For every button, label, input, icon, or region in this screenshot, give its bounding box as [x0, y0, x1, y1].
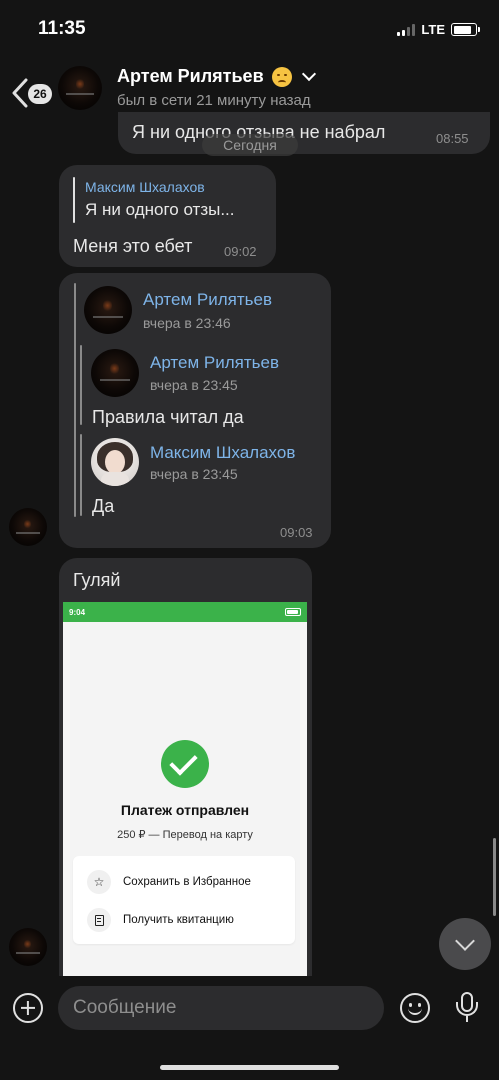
battery-icon: [285, 608, 301, 616]
message-input[interactable]: [58, 986, 384, 1030]
message-composer: [0, 976, 499, 1080]
star-icon: ☆: [87, 870, 111, 894]
sender-avatar[interactable]: [9, 928, 47, 966]
status-time: 11:35: [38, 18, 86, 39]
last-seen-status: был в сети 21 минуту назад: [117, 92, 311, 109]
back-arrow-icon: [12, 78, 28, 108]
message-text: Меня это ебет: [73, 236, 193, 256]
save-favorite-row: ☆ Сохранить в Избранное: [87, 870, 251, 894]
message-time: 08:55: [436, 131, 469, 146]
contact-avatar[interactable]: [58, 66, 102, 110]
message-time: 09:02: [224, 244, 257, 259]
forward-time: вчера в 23:46: [143, 315, 231, 331]
message-time: 09:03: [280, 525, 313, 540]
payment-subtitle: 250 ₽ — Перевод на карту: [117, 829, 253, 841]
cellular-signal-icon: [397, 23, 416, 36]
smiling-face-emoji-icon: [271, 66, 292, 87]
status-indicators: LTE: [397, 22, 480, 37]
back-button[interactable]: 26: [10, 74, 52, 114]
incoming-reply-message[interactable]: Максим Шхалахов Я ни одного отзы... Меня…: [59, 165, 276, 267]
scrollbar[interactable]: [493, 838, 496, 916]
battery-icon: [451, 23, 480, 36]
incoming-image-message[interactable]: Гуляй 9:04 Платеж отправлен 250 ₽ — Пере…: [59, 558, 312, 988]
date-separator: Сегодня: [202, 134, 298, 156]
emoji-button[interactable]: [400, 993, 430, 1023]
payment-actions-card: ☆ Сохранить в Избранное Получить квитанц…: [73, 856, 295, 944]
nested-author-avatar: [91, 349, 139, 397]
nested-time: вчера в 23:45: [150, 466, 238, 482]
screenshot-status-bar: 9:04: [63, 602, 307, 622]
status-bar: 11:35 LTE: [0, 0, 499, 56]
network-type: LTE: [421, 22, 445, 37]
nested-author[interactable]: Максим Шхалахов: [150, 443, 295, 463]
reply-author: Максим Шхалахов: [85, 179, 205, 195]
microphone-button[interactable]: [452, 990, 482, 1026]
nested-forward-bar: [80, 345, 82, 425]
chevron-down-icon[interactable]: [301, 66, 316, 81]
forward-author[interactable]: Артем Рилятьев: [143, 290, 272, 310]
unread-count-badge: 26: [28, 84, 52, 104]
nested-author-avatar: [91, 438, 139, 486]
reply-preview: Я ни одного отзы...: [85, 200, 235, 219]
scroll-to-bottom-button[interactable]: [439, 918, 491, 970]
outgoing-message[interactable]: Я ни одного отзыва не набрал 08:55: [118, 112, 490, 154]
contact-name-text: Артем Рилятьев: [117, 66, 264, 86]
nested-text: Да: [92, 496, 115, 516]
screenshot-time: 9:04: [69, 607, 86, 617]
get-receipt-label: Получить квитанцию: [123, 914, 234, 926]
add-attachment-button[interactable]: [13, 993, 43, 1023]
nested-forward-bar: [80, 434, 82, 516]
forward-author-avatar: [84, 286, 132, 334]
incoming-forwarded-message[interactable]: Артем Рилятьев вчера в 23:46 Артем Рилят…: [59, 273, 331, 548]
message-text: Гуляй: [73, 570, 121, 590]
save-favorite-label: Сохранить в Избранное: [123, 876, 251, 888]
payment-title: Платеж отправлен: [120, 802, 250, 818]
contact-name[interactable]: Артем Рилятьев: [117, 66, 316, 87]
reply-quote-bar: [73, 177, 75, 223]
checkmark-icon: [161, 740, 209, 788]
nested-time: вчера в 23:45: [150, 377, 238, 393]
forward-bar: [74, 283, 76, 517]
chat-header: 26 Артем Рилятьев был в сети 21 минуту н…: [0, 56, 499, 120]
receipt-icon: [87, 908, 111, 932]
nested-text: Правила читал да: [92, 407, 244, 427]
home-indicator[interactable]: [160, 1065, 339, 1070]
get-receipt-row: Получить квитанцию: [87, 908, 234, 932]
sender-avatar[interactable]: [9, 508, 47, 546]
nested-author[interactable]: Артем Рилятьев: [150, 353, 279, 373]
payment-screenshot-image[interactable]: 9:04 Платеж отправлен 250 ₽ — Перевод на…: [63, 602, 307, 976]
